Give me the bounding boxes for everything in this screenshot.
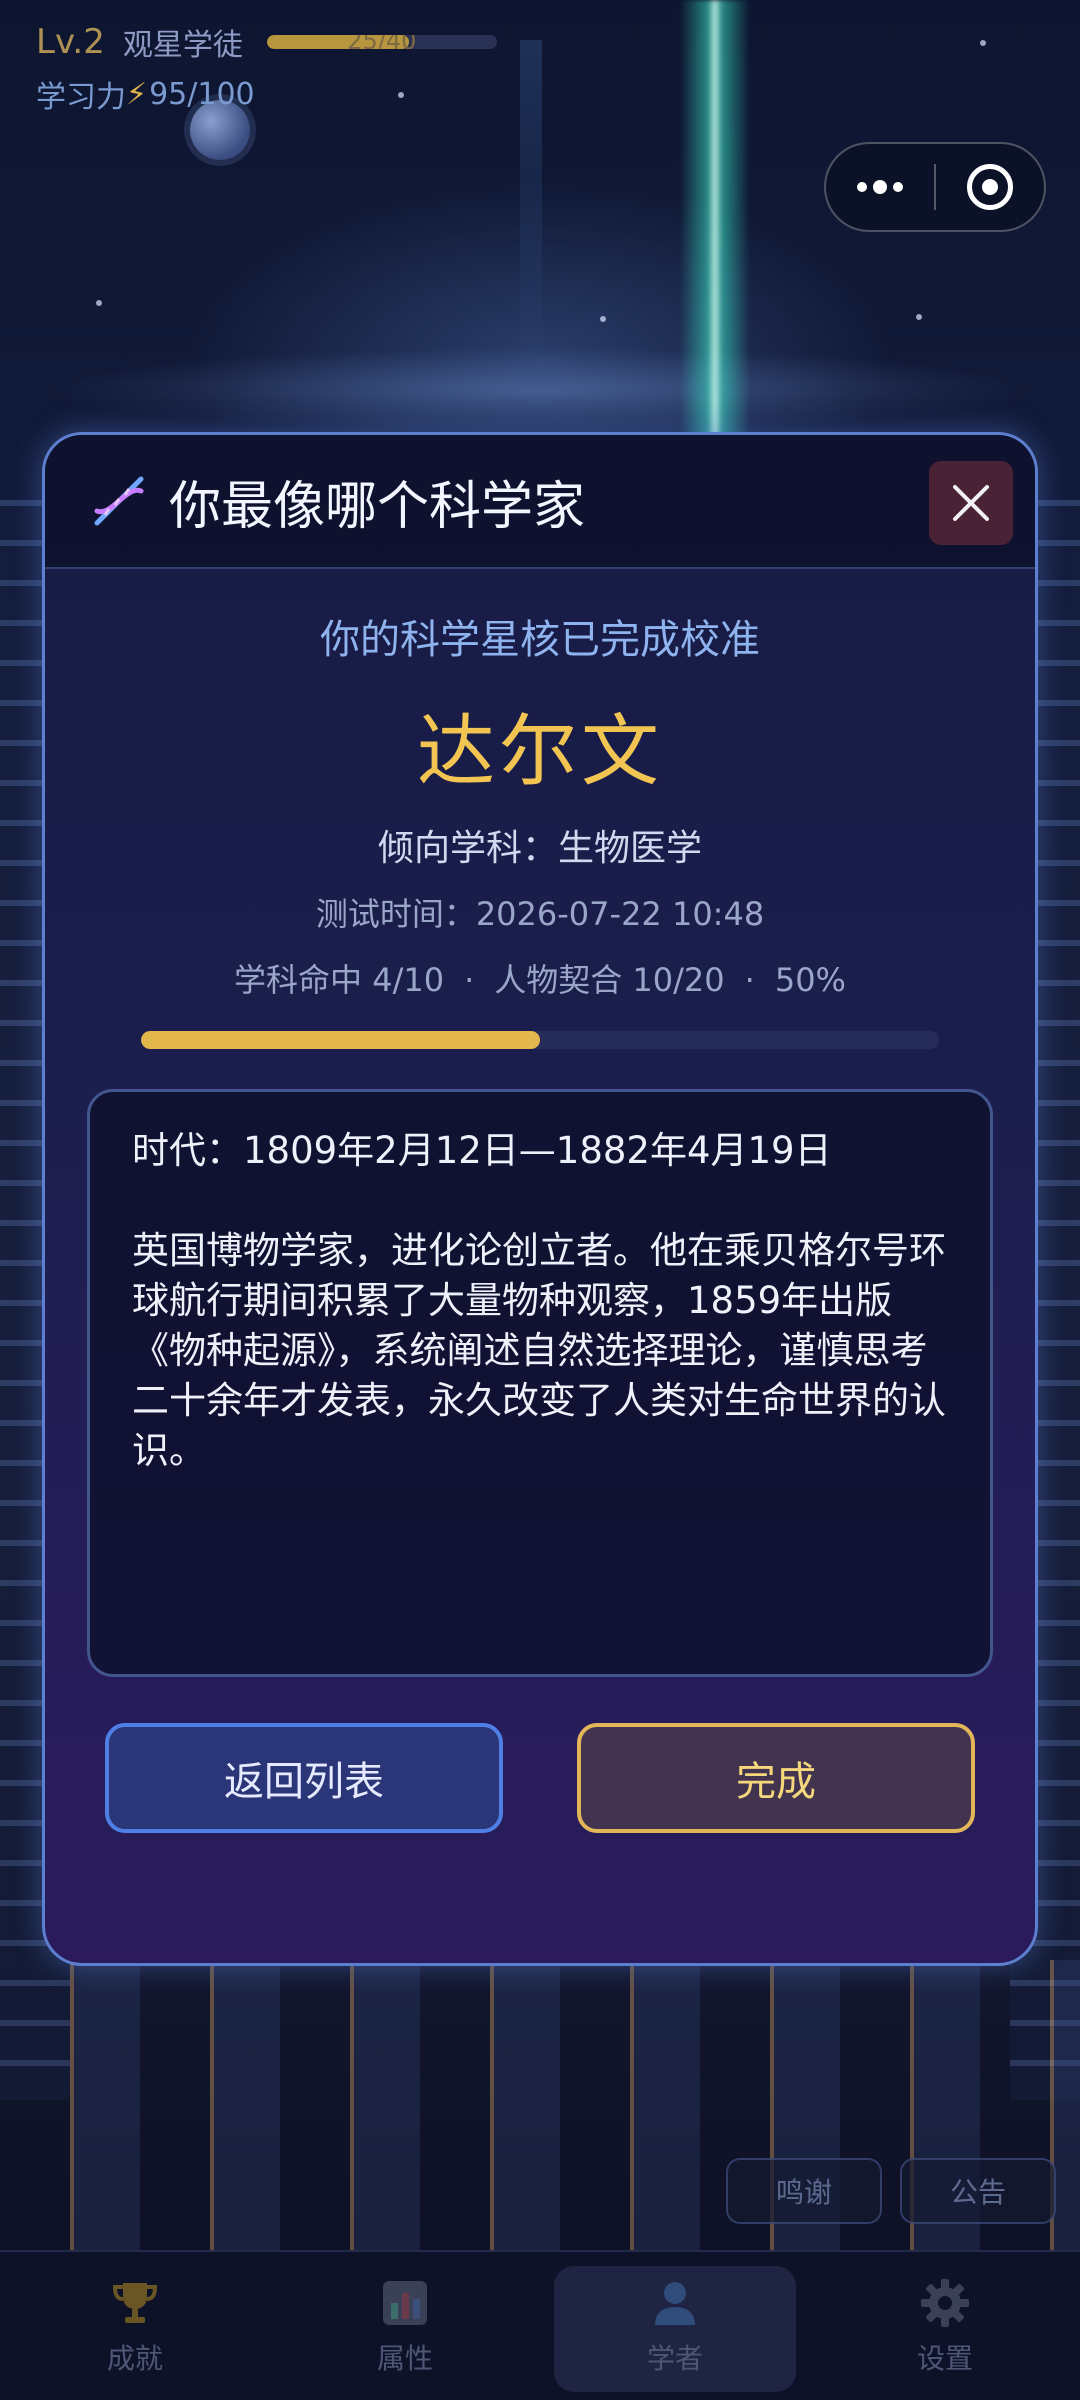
person-icon (655, 2282, 695, 2325)
background-star (980, 40, 986, 46)
scientist-name: 达尔文 (416, 707, 663, 797)
xp-bar: 25/40 (266, 35, 497, 49)
test-time: 测试时间：2026-07-22 10:48 (315, 895, 765, 933)
gear-icon (921, 2279, 969, 2327)
era-text: 时代：1809年2月12日—1882年4月19日 (132, 1129, 832, 1172)
power-label: 学习力 (36, 80, 126, 115)
done-button[interactable]: 完成 (577, 1723, 975, 1833)
subject-hit: 学科命中 4/10 (234, 961, 445, 999)
match-progress-fill (141, 1031, 540, 1049)
close-button[interactable] (929, 461, 1013, 545)
tab-attributes[interactable]: 属性 (270, 2252, 540, 2400)
dialog-header: 你最像哪个科学家 (45, 435, 1035, 569)
rank-label: 观星学徒 (122, 28, 243, 63)
player-status: Lv.2 观星学徒 25/40 学习力 ⚡ 95/100 (36, 20, 636, 116)
tab-achievements[interactable]: 成就 (0, 2252, 270, 2400)
tab-label: 设置 (916, 2342, 973, 2375)
miniprogram-capsule (824, 142, 1046, 232)
xp-text: 25/40 (347, 35, 417, 49)
tab-scholars[interactable]: 学者 (540, 2252, 810, 2400)
target-close-icon[interactable] (936, 144, 1044, 230)
dialog-actions: 返回列表 完成 (105, 1723, 975, 1833)
lightning-icon: ⚡ (126, 76, 148, 112)
learning-power: 学习力 ⚡ 95/100 (36, 72, 636, 116)
thanks-button[interactable]: 鸣谢 (726, 2158, 882, 2224)
power-value: 95/100 (149, 76, 255, 112)
bar-chart-icon (383, 2281, 427, 2325)
result-dialog: 你最像哪个科学家 你的科学星核已完成校准 达尔文 倾向学科：生物医学 测试时间：… (42, 432, 1038, 1966)
tab-label: 学者 (646, 2342, 703, 2375)
background-light-beam (680, 0, 750, 440)
close-icon (953, 485, 989, 521)
dna-icon (94, 476, 144, 526)
tab-label: 属性 (376, 2342, 433, 2375)
back-to-list-button[interactable]: 返回列表 (105, 1723, 503, 1833)
tab-label: 成就 (106, 2342, 163, 2375)
person-match: 人物契合 10/20 (494, 961, 725, 999)
background-star (96, 300, 102, 306)
background-star (916, 314, 922, 320)
trophy-icon (112, 2283, 158, 2323)
scientist-description-box: 时代：1809年2月12日—1882年4月19日 英国博物学家，进化论创立者。他… (87, 1089, 993, 1677)
tab-settings[interactable]: 设置 (810, 2252, 1080, 2400)
dialog-title: 你最像哪个科学家 (169, 476, 586, 537)
match-progress-bar (141, 1031, 939, 1049)
tab-bar: 成就 属性 学者 设置 (0, 2250, 1080, 2400)
match-percent: 50% (774, 961, 846, 999)
notice-button[interactable]: 公告 (900, 2158, 1056, 2224)
bio-text: 英国博物学家，进化论创立者。他在乘贝格尔号环球航行期间积累了大量物种观察，185… (132, 1229, 946, 1472)
match-stats: 学科命中 4/10 · 人物契合 10/20 · 50% (234, 961, 846, 999)
more-dots-icon[interactable] (826, 144, 934, 230)
background-star (600, 316, 606, 322)
calibration-text: 你的科学星核已完成校准 (320, 617, 760, 663)
subject-line: 倾向学科：生物医学 (377, 828, 702, 869)
level-label: Lv.2 (36, 22, 105, 62)
